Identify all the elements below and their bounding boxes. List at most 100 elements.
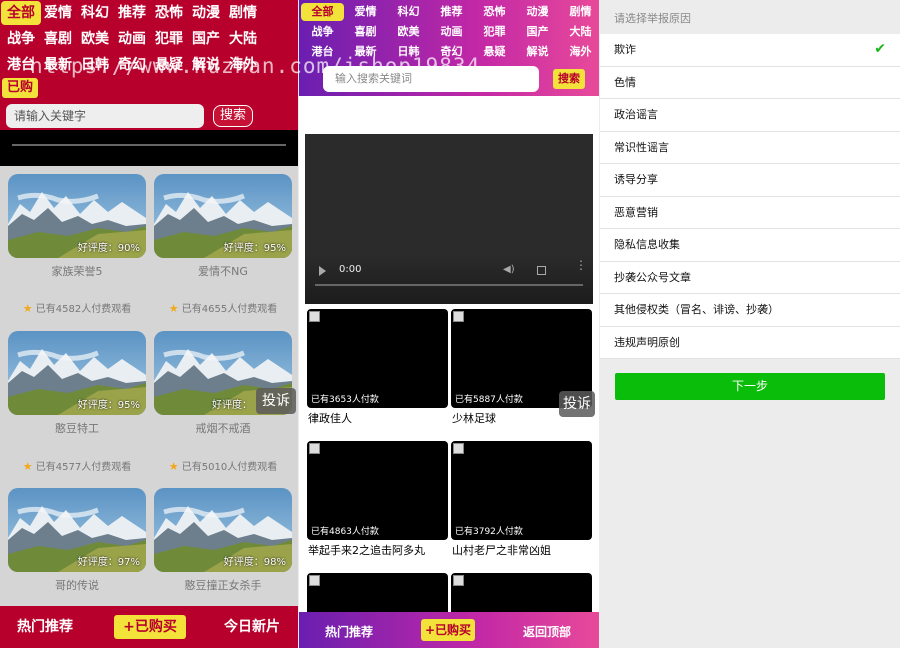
category-item[interactable]: 犯罪 — [149, 26, 189, 52]
nav-hot[interactable]: 热门推荐 — [17, 616, 73, 636]
movie-title[interactable]: 家族荣誉5 — [8, 263, 146, 279]
report-reason-label: 欺诈 — [614, 43, 636, 56]
star-icon: ★ — [168, 460, 179, 473]
next-button[interactable]: 下一步 — [615, 373, 885, 400]
video-thumbnail[interactable]: 已有3653人付款 — [307, 309, 448, 408]
video-title[interactable]: 举起手来2之追击阿多丸 — [307, 542, 448, 558]
video-card[interactable]: 已有4863人付款 举起手来2之追击阿多丸 — [307, 441, 448, 558]
category-item[interactable]: 国产 — [186, 26, 226, 52]
report-button[interactable]: 投诉 — [256, 388, 296, 414]
video-thumbnail[interactable]: 已有3792人付款 — [451, 441, 592, 540]
fullscreen-icon[interactable] — [537, 266, 546, 275]
category-item[interactable]: 动漫 — [186, 0, 226, 26]
category-item[interactable]: 解说 — [516, 42, 559, 62]
category-item[interactable]: 动画 — [430, 22, 473, 42]
broken-image-icon — [309, 575, 320, 586]
star-icon: ★ — [22, 302, 33, 315]
movie-card[interactable]: 好评度：90% 家族荣誉5 — [8, 174, 146, 279]
video-card[interactable]: 已有3792人付款 山村老尸之非常凶姐 — [451, 441, 592, 558]
category-item[interactable]: 喜剧 — [38, 26, 78, 52]
nav-new[interactable]: 今日新片 — [224, 616, 280, 636]
category-item[interactable]: 剧情 — [223, 0, 263, 26]
category-item[interactable]: 全部 — [1, 1, 41, 25]
search-button[interactable]: 搜索 — [213, 105, 253, 127]
movie-card[interactable]: 好评度：97% 哥的传说 — [8, 488, 146, 593]
bought-tag[interactable]: 已购 — [2, 78, 38, 98]
report-reason-item[interactable]: 隐私信息收集 — [600, 229, 900, 262]
report-button[interactable]: 投诉 — [559, 391, 595, 417]
category-item[interactable]: 大陆 — [559, 22, 599, 42]
category-item[interactable]: 战争 — [301, 22, 344, 42]
category-item[interactable]: 恐怖 — [473, 2, 516, 22]
video-player[interactable]: 0:00 ◀) ⋮ — [305, 134, 593, 304]
movie-title[interactable]: 憨豆特工 — [8, 420, 146, 436]
category-item[interactable]: 爱情 — [344, 2, 387, 22]
paid-count: 已有4863人付款 — [311, 527, 379, 537]
movie-thumbnail[interactable]: 好评度：90% — [8, 174, 146, 258]
report-reason-item[interactable]: 抄袭公众号文章 — [600, 262, 900, 294]
category-item[interactable]: 科幻 — [75, 0, 115, 26]
category-item[interactable]: 欧美 — [387, 22, 430, 42]
report-reason-item[interactable]: 欺诈 ✔ — [600, 34, 900, 67]
report-reason-label: 抄袭公众号文章 — [614, 270, 691, 284]
report-reason-item[interactable]: 常识性谣言 — [600, 132, 900, 164]
category-item[interactable]: 动画 — [112, 26, 152, 52]
play-icon[interactable] — [319, 266, 326, 276]
video-title[interactable]: 律政佳人 — [307, 410, 448, 426]
movie-title[interactable]: 爱情不NG — [154, 263, 292, 279]
video-controls: 0:00 ◀) ⋮ — [305, 254, 593, 304]
movie-title[interactable]: 哥的传说 — [8, 577, 146, 593]
viewer-text: 已有5010人付费观看 — [181, 462, 278, 473]
movie-card[interactable]: 好评度：95% 憨豆特工 — [8, 331, 146, 436]
video-progress[interactable] — [315, 284, 583, 286]
video-title[interactable]: 山村老尸之非常凶姐 — [451, 542, 592, 558]
movie-card[interactable]: 好评度：98% 憨豆撞正女杀手 — [154, 488, 292, 593]
category-item[interactable]: 爱情 — [38, 0, 78, 26]
category-item[interactable]: 喜剧 — [344, 22, 387, 42]
category-item[interactable]: 剧情 — [559, 2, 599, 22]
category-item[interactable]: 恐怖 — [149, 0, 189, 26]
report-reason-item[interactable]: 违规声明原创 — [600, 327, 900, 359]
movie-thumbnail[interactable]: 好评度：98% — [154, 488, 292, 572]
category-item[interactable]: 战争 — [1, 26, 41, 52]
category-item[interactable]: 大陆 — [223, 26, 263, 52]
report-reason-item[interactable]: 诱导分享 — [600, 164, 900, 197]
movie-card[interactable]: 好评度： 戒烟不戒酒 — [154, 331, 292, 436]
nav-bought[interactable]: +已购买 — [114, 615, 186, 639]
category-item[interactable]: 全部 — [301, 3, 344, 21]
broken-image-icon — [453, 443, 464, 454]
nav-bought[interactable]: +已购买 — [421, 619, 475, 641]
movie-title[interactable]: 戒烟不戒酒 — [154, 420, 292, 436]
category-item[interactable]: 海外 — [559, 42, 599, 62]
report-reason-item[interactable]: 其他侵权类（冒名、诽谤、抄袭） — [600, 294, 900, 327]
nav-back-top[interactable]: 返回顶部 — [523, 623, 571, 640]
search-input[interactable]: 请输入关键字 — [6, 104, 204, 128]
category-item[interactable]: 欧美 — [75, 26, 115, 52]
category-item[interactable]: 推荐 — [430, 2, 473, 22]
progress-line — [12, 144, 286, 146]
volume-icon[interactable]: ◀) — [503, 264, 515, 275]
video-thumbnail[interactable]: 已有4863人付款 — [307, 441, 448, 540]
category-item[interactable]: 动漫 — [516, 2, 559, 22]
video-card[interactable]: 已有3653人付款 律政佳人 — [307, 309, 448, 426]
movie-thumbnail[interactable]: 好评度：97% — [8, 488, 146, 572]
category-item[interactable]: 国产 — [516, 22, 559, 42]
search-button[interactable]: 搜索 — [553, 69, 585, 89]
category-grid: 全部 爱情 科幻 推荐 恐怖 动漫 剧情 战争 喜剧 欧美 动画 犯罪 国产 大陆 港台 最新 日韩 奇幻 悬疑 解说… — [299, 2, 597, 62]
movie-thumbnail[interactable]: 好评度：95% — [154, 174, 292, 258]
report-reason-label: 色情 — [614, 75, 636, 89]
category-item[interactable]: 推荐 — [112, 0, 152, 26]
purple-header: 全部 爱情 科幻 推荐 恐怖 动漫 剧情 战争 喜剧 欧美 动画 犯罪 国产 大陆 港台 最新 日韩 奇幻 悬疑 解说… — [299, 0, 599, 96]
category-item[interactable]: 科幻 — [387, 2, 430, 22]
report-reason-label: 恶意营销 — [614, 205, 658, 219]
movie-card[interactable]: 好评度：95% 爱情不NG — [154, 174, 292, 279]
movie-thumbnail[interactable]: 好评度：95% — [8, 331, 146, 415]
movie-title[interactable]: 憨豆撞正女杀手 — [154, 577, 292, 593]
report-reason-item[interactable]: 恶意营销 — [600, 197, 900, 229]
paid-count: 已有3653人付款 — [311, 395, 379, 405]
nav-hot[interactable]: 热门推荐 — [325, 623, 373, 640]
more-icon[interactable]: ⋮ — [575, 259, 587, 271]
report-reason-item[interactable]: 色情 — [600, 67, 900, 99]
report-reason-item[interactable]: 政治谣言 — [600, 99, 900, 132]
category-item[interactable]: 犯罪 — [473, 22, 516, 42]
